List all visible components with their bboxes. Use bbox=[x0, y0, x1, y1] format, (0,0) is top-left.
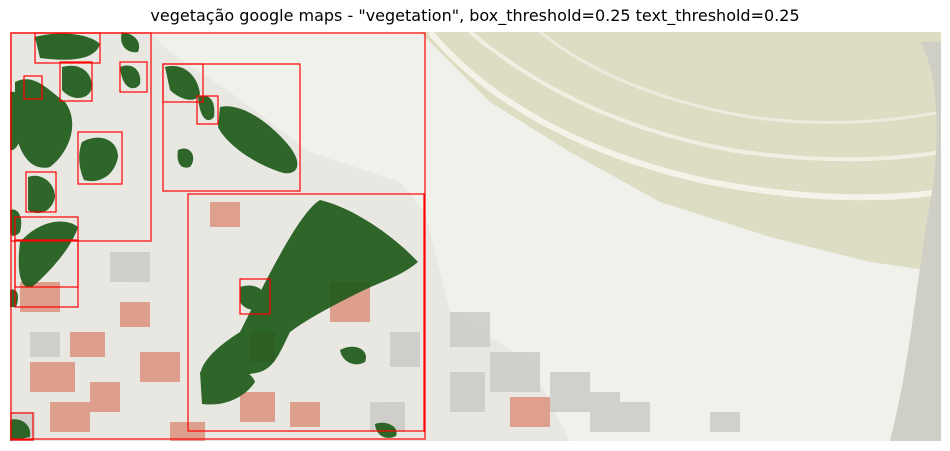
segmentation-overlay bbox=[10, 32, 941, 441]
figure-title: vegetação google maps - "vegetation", bo… bbox=[150, 6, 800, 25]
aerial-image bbox=[10, 32, 941, 441]
